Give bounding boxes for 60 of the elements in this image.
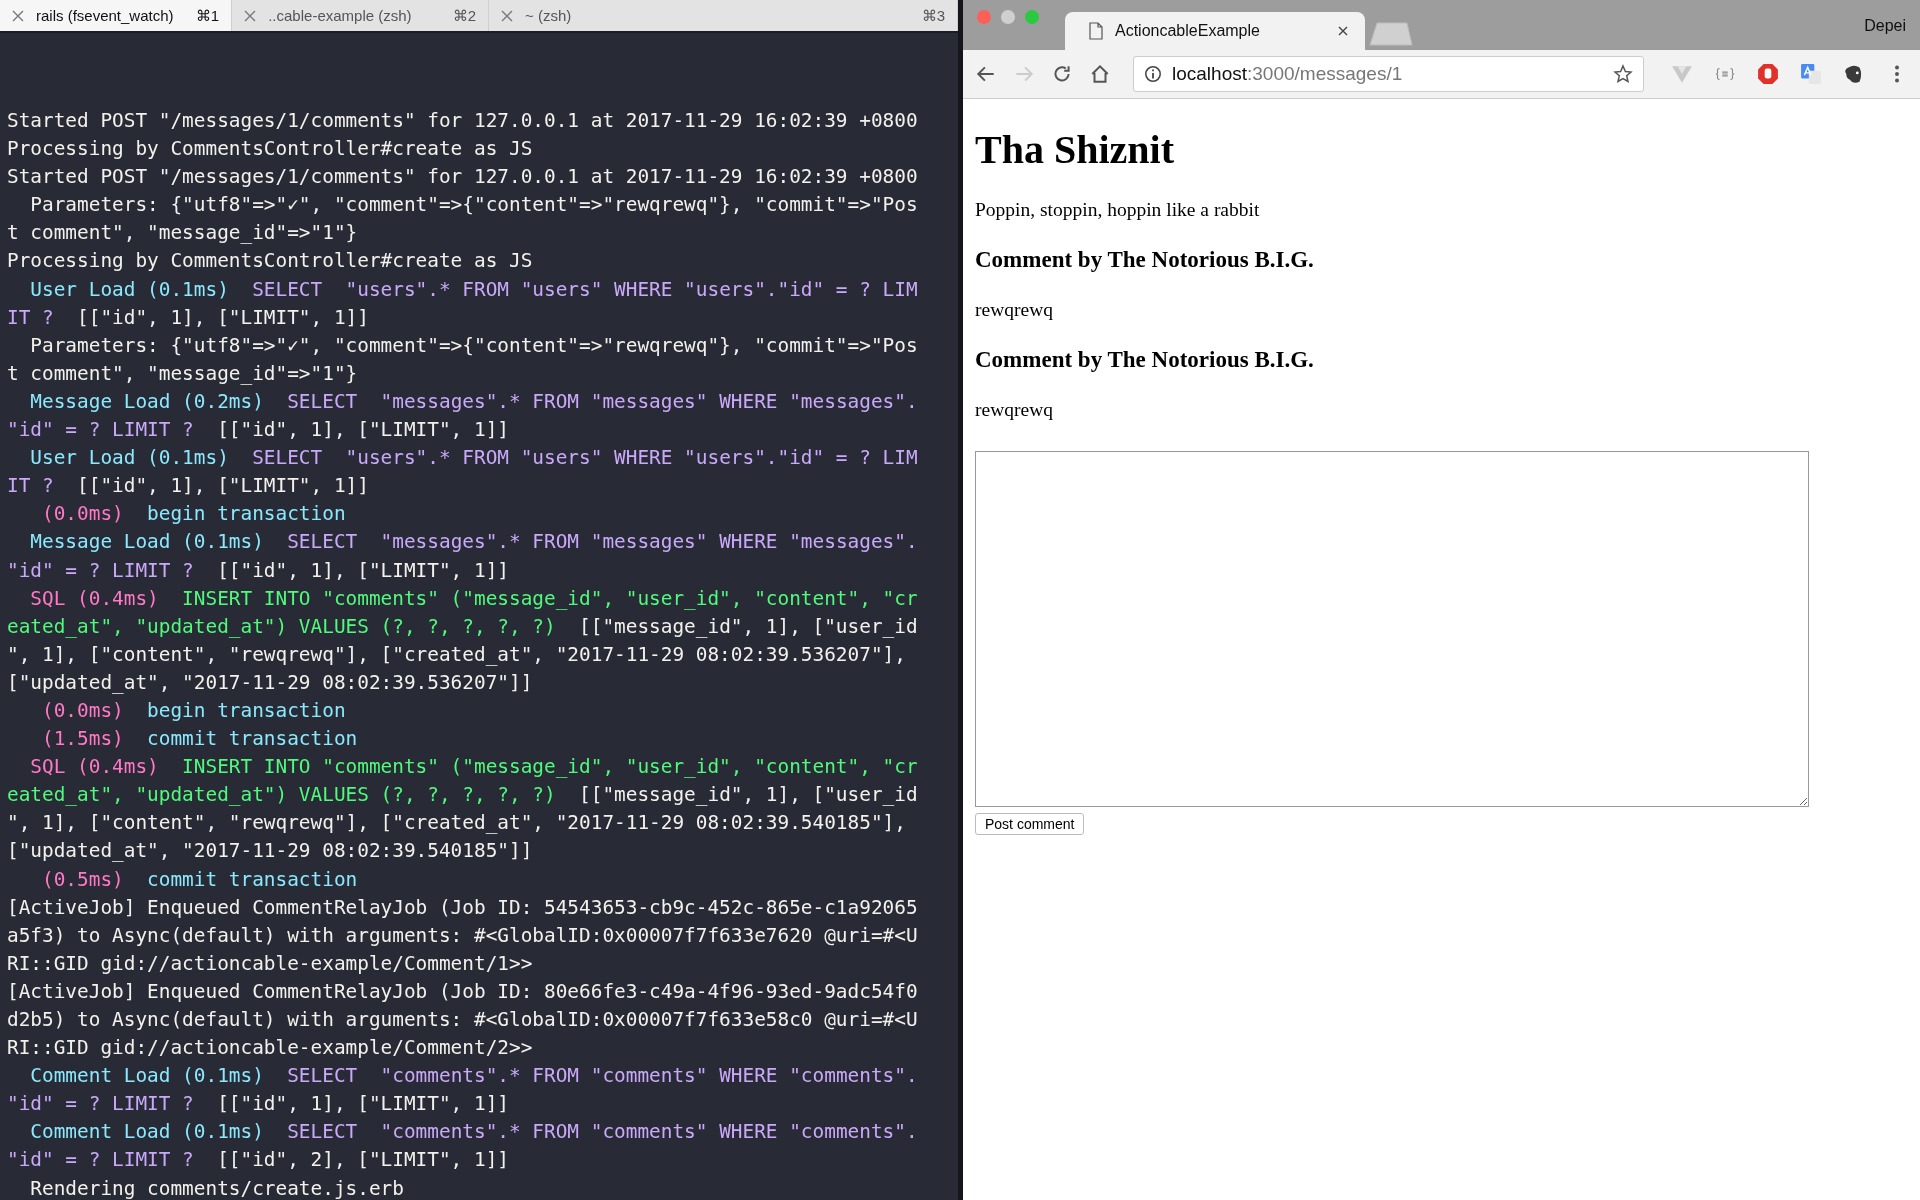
log-line: Message Load (0.2ms) SELECT "messages".* FROM "messages" WHERE "messages".: [29, 388, 918, 415]
comment-text: rewqrewq: [975, 299, 1053, 321]
log-line: ["updated_at", "2017-11-29 08:02:39.540185"]]: [7, 838, 533, 865]
log-line: t comment", "message_id"=>"1"}: [7, 360, 358, 387]
post-comment-button[interactable]: Post comment: [975, 813, 1085, 835]
log-line: [ActiveJob] Enqueued CommentRelayJob (Job ID: 80e66fe3-c49a-4f96-93ed-9adc54f0: [7, 978, 918, 1005]
tab-title: rails (fsevent_watch): [36, 7, 175, 24]
log-line: SQL (0.4ms) INSERT INTO "comments" ("message_id", "user_id", "content", "cr: [29, 585, 918, 612]
tab-shortcut: ⌘2: [452, 6, 477, 25]
log-line: "id" = ? LIMIT ? [["id", 1], ["LIMIT", 1]]: [7, 1091, 509, 1118]
tab-shortcut: ⌘3: [921, 6, 945, 25]
log-line: ", 1], ["content", "rewqrewq"], ["created_at", "2017-11-29 08:02:39.536207"],: [7, 641, 906, 668]
message-body: Poppin, stoppin, hoppin like a rabbit: [975, 199, 1260, 221]
page-title: Tha Shiznit: [975, 126, 1174, 173]
profile-name[interactable]: Depei: [1864, 17, 1906, 35]
log-line: SQL (0.4ms) INSERT INTO "comments" ("message_id", "user_id", "content", "cr: [29, 754, 918, 781]
log-line: t comment", "message_id"=>"1"}: [7, 220, 358, 247]
log-line: (0.0ms) begin transaction: [41, 501, 346, 528]
log-line: Comment Load (0.1ms) SELECT "comments".* FROM "comments" WHERE "comments".: [29, 1119, 918, 1146]
log-line: Parameters: {"utf8"=>"✓", "comment"=>{"content"=>"rewqrewq"}, "commit"=>"Pos: [29, 192, 918, 219]
log-line: ["updated_at", "2017-11-29 08:02:39.536207"]]: [7, 669, 533, 696]
log-line: [ActiveJob] Enqueued CommentRelayJob (Job ID: 54543653-cb9c-452c-865e-c1a92065: [7, 894, 918, 921]
log-line: (1.5ms) commit transaction: [41, 726, 358, 753]
log-line: User Load (0.1ms) SELECT "users".* FROM "users" WHERE "users"."id" = ? LIM: [29, 276, 918, 303]
tab-shortcut: ⌘1: [195, 6, 220, 25]
log-line: a5f3) to Async(default) with arguments: #<GlobalID:0x00007f7f633e7620 @uri=#<U: [7, 922, 918, 949]
url-text: localhost:3000/messages/1: [1172, 63, 1404, 85]
log-line: Started POST "/messages/1/comments" for 127.0.0.1 at 2017-11-29 16:02:39 +0800: [7, 164, 918, 191]
log-line: Comment Load (0.1ms) SELECT "comments".* FROM "comments" WHERE "comments".: [29, 1063, 918, 1090]
log-line: IT ? [["id", 1], ["LIMIT", 1]]: [7, 304, 369, 331]
log-line: (0.0ms) begin transaction: [41, 697, 346, 724]
log-line: "id" = ? LIMIT ? [["id", 1], ["LIMIT", 1]]: [7, 557, 509, 584]
tab-title: ~ (zsh): [525, 7, 573, 24]
terminal-tab[interactable]: rails (fsevent_watch) ⌘1: [0, 0, 233, 31]
log-line: RI::GID gid://actioncable-example/Comment/1>>: [7, 950, 533, 977]
log-line: Processing by CommentsController#create as JS: [7, 248, 533, 275]
log-line: "id" = ? LIMIT ? [["id", 1], ["LIMIT", 1]]: [7, 417, 509, 444]
log-line: RI::GID gid://actioncable-example/Comment/2>>: [7, 1035, 533, 1062]
comment-heading: Comment by The Notorious B.I.G.: [975, 247, 1314, 273]
log-line: IT ? [["id", 1], ["LIMIT", 1]]: [7, 473, 369, 500]
terminal-tab[interactable]: ~ (zsh) ⌘3: [489, 0, 958, 31]
log-line: Started POST "/messages/1/comments" for 127.0.0.1 at 2017-11-29 16:02:39 +0800: [7, 108, 918, 134]
log-line: User Load (0.1ms) SELECT "users".* FROM "users" WHERE "users"."id" = ? LIM: [29, 445, 918, 472]
browser-tab[interactable]: ActioncableExample: [1065, 12, 1365, 50]
log-line: (0.5ms) commit transaction: [41, 866, 358, 893]
log-line: d2b5) to Async(default) with arguments: #<GlobalID:0x00007f7f633e58c0 @uri=#<U: [7, 1007, 918, 1033]
log-line: ", 1], ["content", "rewqrewq"], ["created_at", "2017-11-29 08:02:39.540185"],: [7, 810, 906, 837]
log-line: Parameters: {"utf8"=>"✓", "comment"=>{"content"=>"rewqrewq"}, "commit"=>"Pos: [29, 332, 918, 359]
log-line: Rendering comments/create.js.erb: [29, 1175, 404, 1200]
comment-heading: Comment by The Notorious B.I.G.: [975, 347, 1314, 373]
tab-title: ActioncableExample: [1115, 22, 1261, 40]
tab-title: ..cable-example (zsh): [268, 7, 413, 24]
log-line: "id" = ? LIMIT ? [["id", 2], ["LIMIT", 1]]: [7, 1147, 509, 1174]
address-bar[interactable]: localhost:3000/messages/1: [1133, 56, 1644, 92]
log-line: eated_at", "updated_at") VALUES (?, ?, ?, ?, ?) [["message_id", 1], ["user_id: [7, 613, 918, 640]
comment-text: rewqrewq: [975, 399, 1053, 421]
log-line: eated_at", "updated_at") VALUES (?, ?, ?, ?, ?) [["message_id", 1], ["user_id: [7, 782, 918, 809]
terminal-tab[interactable]: ..cable-example (zsh) ⌘2: [232, 0, 490, 31]
log-line: Message Load (0.1ms) SELECT "messages".* FROM "messages" WHERE "messages".: [29, 529, 918, 556]
log-line: Processing by CommentsController#create as JS: [7, 136, 533, 163]
